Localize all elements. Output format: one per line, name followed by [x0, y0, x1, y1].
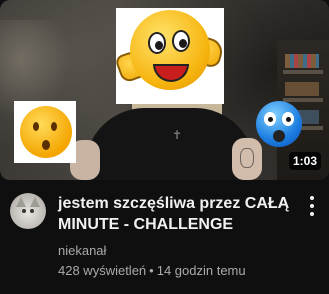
upload-age: 14 godzin temu: [156, 263, 246, 278]
cross-necklace-icon: ✝: [172, 128, 183, 142]
person-torso: [85, 108, 255, 180]
duration-badge: 1:03: [288, 152, 321, 170]
video-stats: 428 wyświetleń • 14 godzin temu: [58, 263, 246, 278]
worried-face-emoji-icon: [20, 106, 72, 158]
channel-avatar[interactable]: [10, 193, 46, 229]
video-card[interactable]: ✝ 1:03 jestem szczęśliwa przez CAŁĄ MINU…: [0, 0, 329, 294]
more-vert-icon[interactable]: [307, 196, 317, 216]
channel-name[interactable]: niekanał: [58, 243, 106, 258]
video-thumbnail[interactable]: ✝ 1:03: [0, 0, 329, 180]
video-title[interactable]: jestem szczęśliwa przez CAŁĄ MINUTE - CH…: [58, 193, 294, 235]
separator-dot: •: [149, 263, 154, 278]
view-count: 428 wyświetleń: [58, 263, 147, 278]
